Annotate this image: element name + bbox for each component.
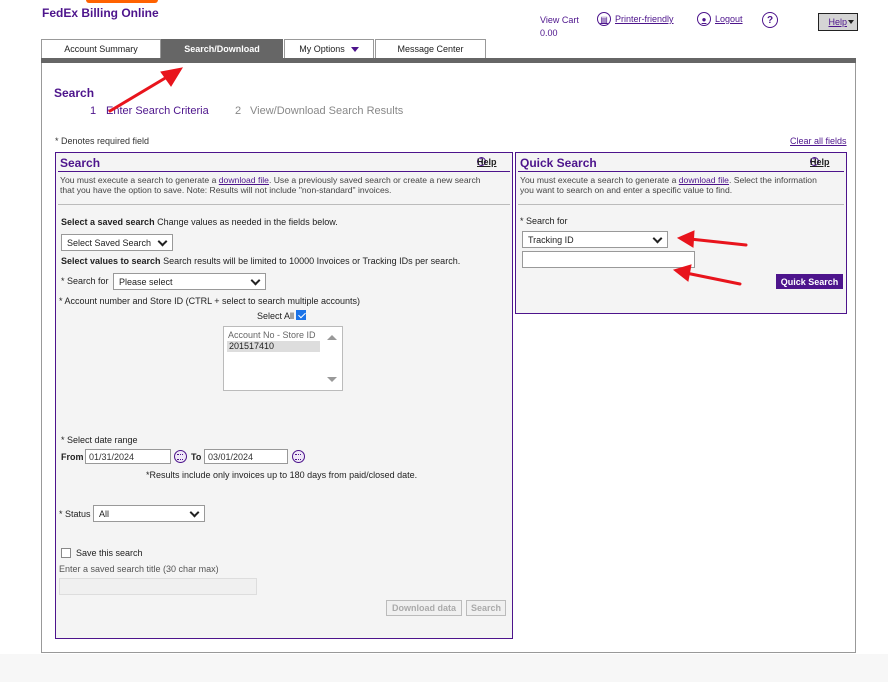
- to-date-input[interactable]: 03/01/2024: [204, 449, 288, 464]
- search-help-label: Help: [477, 156, 497, 167]
- date-note: *Results include only invoices up to 180…: [146, 470, 418, 480]
- status-select[interactable]: All: [93, 505, 205, 522]
- search-button[interactable]: Search: [466, 600, 506, 616]
- step-2-label: View/Download Search Results: [250, 105, 404, 117]
- printer-icon: ▤: [597, 12, 611, 26]
- saved-search-bold: Select a saved search: [61, 217, 155, 227]
- quick-search-for-select[interactable]: Tracking ID: [522, 231, 668, 248]
- list-item[interactable]: 201517410: [227, 341, 320, 352]
- search-help-link[interactable]: ? Help: [477, 157, 497, 167]
- calendar-icon[interactable]: [174, 450, 187, 463]
- quick-search-help-label: Help: [810, 156, 830, 167]
- chevron-down-icon: [189, 507, 200, 518]
- account-label: * Account number and Store ID (CTRL + se…: [59, 296, 361, 306]
- saved-search-rest: Change values as needed in the fields be…: [154, 217, 338, 227]
- desc-text: You must execute a search to generate a: [60, 175, 219, 185]
- brand-title: FedEx Billing Online: [42, 6, 159, 20]
- logout-link[interactable]: ● Logout: [697, 12, 743, 26]
- save-search-label: Save this search: [76, 548, 143, 558]
- divider: [58, 171, 510, 172]
- save-search-checkbox[interactable]: [61, 548, 71, 558]
- desc-text: . Select the information: [728, 175, 817, 185]
- values-label: Select values to search Search results w…: [61, 256, 460, 266]
- lock-icon: ●: [697, 12, 711, 26]
- chevron-down-icon: [157, 236, 168, 247]
- chevron-down-icon: [250, 275, 261, 286]
- clear-all-fields-link[interactable]: Clear all fields: [790, 136, 847, 146]
- quick-search-for-label: * Search for: [520, 216, 568, 226]
- step-1-label: Enter Search Criteria: [106, 105, 209, 117]
- view-cart-link[interactable]: View Cart 0.00: [540, 14, 579, 40]
- search-for-value: Please select: [119, 276, 173, 287]
- status-value: All: [99, 508, 110, 519]
- download-data-button[interactable]: Download data: [386, 600, 462, 616]
- required-field-note: * Denotes required field: [55, 136, 150, 146]
- scroll-down-icon[interactable]: [327, 377, 337, 382]
- chevron-down-icon: [350, 46, 359, 52]
- help-menu-label: Help: [828, 17, 847, 27]
- quick-search-button[interactable]: Quick Search: [776, 274, 843, 289]
- status-label: * Status: [59, 509, 91, 519]
- from-date-input[interactable]: 01/31/2024: [85, 449, 171, 464]
- quick-search-for-value: Tracking ID: [528, 234, 574, 245]
- tab-account-summary[interactable]: Account Summary: [41, 39, 161, 58]
- divider: [58, 204, 510, 205]
- save-title-input[interactable]: [59, 578, 257, 595]
- tab-label: Account Summary: [64, 44, 138, 54]
- step-2-number: 2: [235, 105, 242, 117]
- fedex-logo-fragment: [86, 0, 158, 3]
- download-file-link[interactable]: download file: [219, 175, 269, 185]
- view-cart-label: View Cart: [540, 15, 579, 25]
- values-bold: Select values to search: [61, 256, 161, 266]
- page-title: Search: [54, 86, 95, 100]
- tab-label: Search/Download: [184, 44, 260, 54]
- logout-label: Logout: [715, 14, 743, 24]
- listbox-scrollbar[interactable]: [322, 327, 342, 390]
- desc-text: you want to search on and enter a specif…: [520, 185, 733, 195]
- calendar-icon[interactable]: [292, 450, 305, 463]
- quick-search-panel: Quick Search ? Help You must execute a s…: [515, 152, 847, 314]
- search-panel: Search ? Help You must execute a search …: [55, 152, 513, 639]
- chevron-down-icon: [652, 233, 663, 244]
- chevron-down-icon: [848, 20, 854, 24]
- saved-search-value: Select Saved Search: [67, 237, 152, 248]
- help-menu-button[interactable]: Help: [818, 13, 858, 31]
- select-all-label: Select All: [257, 311, 295, 321]
- select-all-checkbox[interactable]: [296, 310, 306, 320]
- to-label: To: [191, 452, 202, 462]
- desc-text: that you have the option to save. Note: …: [60, 185, 392, 195]
- account-store-listbox[interactable]: Account No - Store ID 201517410: [223, 326, 343, 391]
- step-1-number: 1: [90, 105, 97, 117]
- quick-search-help-link[interactable]: ? Help: [810, 157, 830, 167]
- tab-label: Message Center: [397, 44, 464, 54]
- download-file-link[interactable]: download file: [679, 175, 729, 185]
- printer-friendly-link[interactable]: ▤ Printer-friendly: [597, 12, 674, 26]
- desc-text: . Use a previously saved search or creat…: [268, 175, 481, 185]
- view-cart-amount: 0.00: [540, 28, 558, 38]
- divider: [518, 204, 844, 205]
- desc-text: You must execute a search to generate a: [520, 175, 679, 185]
- save-title-label: Enter a saved search title (30 char max): [59, 564, 219, 574]
- help-question-icon[interactable]: ?: [762, 12, 778, 28]
- tab-label: My Options: [299, 44, 345, 54]
- quick-search-value-input[interactable]: [522, 251, 695, 268]
- saved-search-label: Select a saved search Change values as n…: [61, 217, 338, 227]
- saved-search-select[interactable]: Select Saved Search: [61, 234, 173, 251]
- tab-search-download[interactable]: Search/Download: [161, 39, 283, 58]
- values-rest: Search results will be limited to 10000 …: [160, 256, 461, 266]
- search-panel-title: Search: [60, 156, 101, 170]
- quick-search-title: Quick Search: [520, 156, 597, 170]
- printer-friendly-label: Printer-friendly: [615, 14, 674, 24]
- tab-my-options[interactable]: My Options: [284, 39, 374, 58]
- search-description: You must execute a search to generate a …: [60, 175, 512, 195]
- divider: [518, 171, 844, 172]
- from-label: From: [61, 452, 84, 462]
- search-for-select[interactable]: Please select: [113, 273, 266, 290]
- date-range-label: * Select date range: [61, 435, 138, 445]
- scroll-up-icon[interactable]: [327, 335, 337, 340]
- listbox-header: Account No - Store ID: [228, 330, 316, 340]
- tab-message-center[interactable]: Message Center: [375, 39, 486, 58]
- search-for-label: * Search for: [61, 276, 109, 286]
- quick-search-description: You must execute a search to generate a …: [520, 175, 846, 195]
